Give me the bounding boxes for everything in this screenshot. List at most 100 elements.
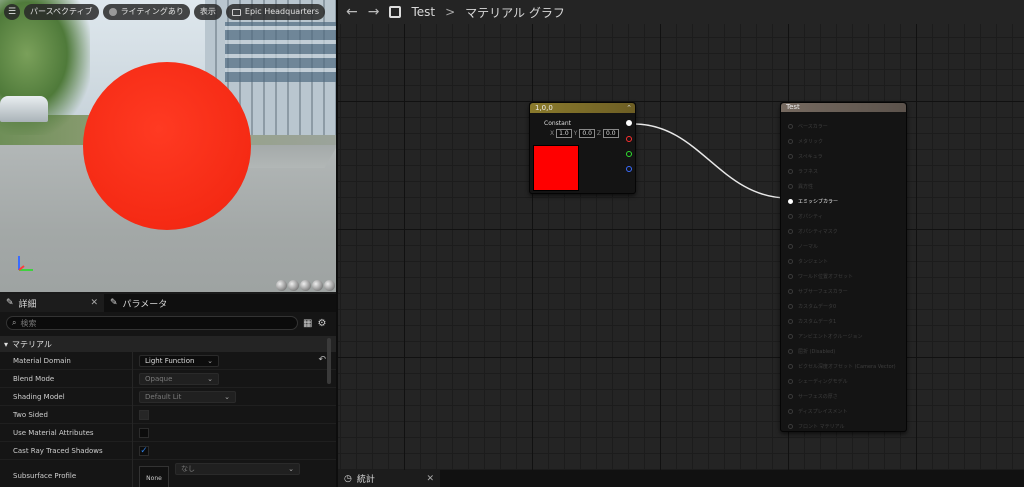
input-pin-row[interactable]: ワールド位置オフセット — [788, 269, 896, 284]
reset-arrow-icon[interactable]: ↶ — [318, 355, 326, 365]
input-pin-row[interactable]: ベースカラー — [788, 119, 896, 134]
input-pin-row[interactable]: ディスプレイスメント — [788, 404, 896, 419]
input-pin-row[interactable]: シェーディングモデル — [788, 374, 896, 389]
input-pin-row[interactable]: ノーマル — [788, 239, 896, 254]
tab-details[interactable]: ✎ 詳細 ✕ — [0, 294, 104, 312]
output-pin-g[interactable] — [626, 151, 632, 157]
input-pin-row[interactable]: サーフェスの厚さ — [788, 389, 896, 404]
input-pin-row[interactable]: フロント マテリアル — [788, 419, 896, 434]
input-pin[interactable] — [788, 304, 793, 309]
perspective-button[interactable]: パースペクティブ — [24, 4, 99, 20]
input-pin[interactable] — [788, 424, 793, 429]
search-input[interactable] — [20, 318, 281, 328]
input-pin[interactable] — [788, 259, 793, 264]
input-pin[interactable] — [788, 394, 793, 399]
input-pin[interactable] — [788, 199, 793, 204]
input-pin[interactable] — [788, 124, 793, 129]
input-pin-row[interactable]: ラフネス — [788, 164, 896, 179]
subsurface-profile-thumbnail[interactable]: None — [139, 466, 169, 487]
output-pin-r[interactable] — [626, 136, 632, 142]
gear-icon[interactable]: ⚙ — [317, 318, 326, 329]
table-view-icon[interactable]: ▦ — [303, 318, 312, 329]
two-sided-checkbox[interactable] — [139, 409, 149, 420]
breadcrumb-asset[interactable]: Test — [411, 5, 435, 19]
material-graph-canvas[interactable] — [338, 24, 1024, 470]
input-pin[interactable] — [788, 349, 793, 354]
y-value-field[interactable]: 0.0 — [579, 129, 595, 138]
details-scrollbar[interactable] — [327, 338, 331, 384]
input-pin[interactable] — [788, 364, 793, 369]
input-pin-row[interactable]: アンビエントオクルージョン — [788, 329, 896, 344]
sphere-preview-icon[interactable] — [288, 280, 299, 291]
show-label: 表示 — [199, 7, 216, 16]
output-pin-b[interactable] — [626, 166, 632, 172]
use-material-attributes-checkbox[interactable] — [139, 427, 149, 438]
input-pin[interactable] — [788, 169, 793, 174]
tab-stats[interactable]: ◷ 統計 ✕ — [338, 470, 440, 487]
search-icon: ⌕ — [12, 318, 17, 327]
input-pin[interactable] — [788, 229, 793, 234]
input-pin[interactable] — [788, 214, 793, 219]
chevron-down-icon: ⌄ — [207, 374, 213, 383]
tab-parameters[interactable]: ✎ パラメータ — [104, 294, 173, 312]
input-pin-row[interactable]: オパシティ — [788, 209, 896, 224]
constant3vector-node[interactable]: 1,0,0 ⌃ Constant X 1.0 Y 0.0 Z 0.0 — [529, 102, 636, 194]
details-search-box[interactable]: ⌕ — [6, 316, 298, 330]
details-search-row: ⌕ ▦ ⚙ — [0, 312, 336, 334]
blend-mode-dropdown[interactable]: Opaque ⌄ — [139, 372, 219, 385]
forward-arrow-icon[interactable]: → — [368, 4, 380, 20]
input-pin[interactable] — [788, 409, 793, 414]
input-pin-row[interactable]: メタリック — [788, 134, 896, 149]
input-pin-row[interactable]: スペキュラ — [788, 149, 896, 164]
teapot-preview-icon[interactable] — [324, 280, 335, 291]
constant-node-title: 1,0,0 — [530, 103, 635, 113]
material-domain-dropdown[interactable]: Light Function ⌄ — [139, 354, 219, 367]
use-material-attributes-row: Use Material Attributes — [0, 423, 336, 442]
subsurface-profile-dropdown[interactable]: なし ⌄ — [175, 463, 300, 475]
cube-preview-icon[interactable] — [312, 280, 323, 291]
input-pin[interactable] — [788, 184, 793, 189]
input-pin-row[interactable]: カスタムデータ1 — [788, 314, 896, 329]
input-pin-row[interactable]: サブサーフェスカラー — [788, 284, 896, 299]
axis-gizmo-icon — [18, 256, 33, 271]
input-pin[interactable] — [788, 139, 793, 144]
input-pin[interactable] — [788, 319, 793, 324]
cylinder-preview-icon[interactable] — [276, 280, 287, 291]
x-value-field[interactable]: 1.0 — [556, 129, 572, 138]
input-pin[interactable] — [788, 154, 793, 159]
input-pin-row[interactable]: カスタムデータ0 — [788, 299, 896, 314]
input-pin-row[interactable]: 屈折 (Disabled) — [788, 344, 896, 359]
x-label: X — [550, 130, 555, 137]
blend-mode-value: Opaque — [145, 374, 173, 383]
pencil-icon: ✎ — [110, 298, 118, 308]
input-pin-row[interactable]: ピクセル深度オフセット (Camera Vector) — [788, 359, 896, 374]
close-icon[interactable]: ✕ — [90, 298, 98, 308]
show-button[interactable]: 表示 — [193, 4, 222, 20]
input-pin[interactable] — [788, 289, 793, 294]
input-pin[interactable] — [788, 244, 793, 249]
environment-button[interactable]: Epic Headquarters — [225, 4, 325, 20]
output-pin-rgb[interactable] — [626, 120, 632, 126]
cast-ray-traced-shadows-checkbox[interactable]: ✓ — [139, 445, 149, 456]
close-icon[interactable]: ✕ — [426, 474, 434, 484]
material-section-header[interactable]: ▾ マテリアル — [0, 336, 336, 352]
material-output-node[interactable]: Test ベースカラー メタリック スペキュラ ラフネス 異方性 エミッシブカラー オパシテ… — [780, 102, 907, 432]
input-pin-row[interactable]: タンジェント — [788, 254, 896, 269]
material-preview-viewport[interactable]: ☰ パースペクティブ ライティングあり 表示 Epic Headquarters — [0, 0, 336, 292]
plane-preview-icon[interactable] — [300, 280, 311, 291]
input-pin-row[interactable]: エミッシブカラー — [788, 194, 896, 209]
input-pin-row[interactable]: オパシティマスク — [788, 224, 896, 239]
input-pin[interactable] — [788, 379, 793, 384]
shading-model-dropdown[interactable]: Default Lit ⌄ — [139, 390, 236, 403]
z-value-field[interactable]: 0.0 — [603, 129, 619, 138]
breadcrumb-graph[interactable]: マテリアル グラフ — [465, 4, 565, 21]
lighting-button[interactable]: ライティングあり — [102, 4, 190, 20]
input-pin[interactable] — [788, 334, 793, 339]
viewport-menu-button[interactable]: ☰ — [4, 4, 20, 20]
collapse-icon[interactable]: ⌃ — [626, 104, 632, 112]
breadcrumb-separator: > — [445, 5, 456, 19]
chevron-down-icon: ⌄ — [224, 392, 230, 401]
input-pin-row[interactable]: 異方性 — [788, 179, 896, 194]
back-arrow-icon[interactable]: ← — [346, 4, 358, 20]
input-pin[interactable] — [788, 274, 793, 279]
